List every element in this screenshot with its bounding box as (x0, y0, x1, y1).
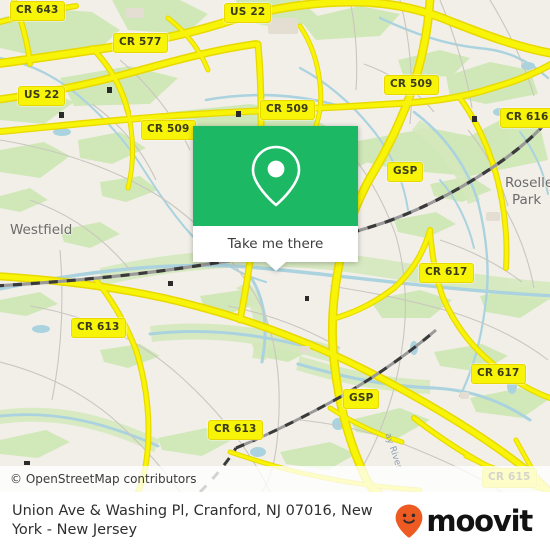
road-shield-us-22-b: US 22 (18, 86, 66, 106)
road-shield-cr-643: CR 643 (10, 1, 65, 21)
station-address-text: Union Ave & Washing Pl, Cranford, NJ 070… (12, 502, 373, 538)
take-me-there-label: Take me there (227, 236, 324, 252)
road-shield-gsp-b: GSP (343, 389, 380, 409)
openstreetmap-attribution[interactable]: © OpenStreetMap contributors (10, 472, 196, 486)
place-label-roselle-park: Park (512, 192, 542, 208)
road-shield-cr-613-a: CR 613 (71, 318, 126, 338)
callout-action-bar[interactable]: Take me there (193, 226, 358, 271)
road-shield-cr-616: CR 616 (500, 108, 550, 128)
map-pin-icon (247, 143, 305, 209)
screenshot-root: CR 643 US 22 CR 577 US 22 CR 509 CR 509 … (0, 0, 550, 550)
road-shield-cr-617-a: CR 617 (419, 263, 474, 283)
moovit-brand-logo[interactable]: moovit (394, 503, 538, 539)
road-shield-gsp-a: GSP (387, 162, 424, 182)
road-shield-cr-509-b: CR 509 (384, 75, 439, 95)
road-shield-cr-509-c: CR 509 (141, 120, 196, 140)
callout-icon-panel (193, 126, 358, 226)
destination-callout-card[interactable]: Take me there (193, 126, 358, 271)
road-shield-us-22-a: US 22 (224, 3, 272, 23)
moovit-pin-smiley-icon (394, 503, 424, 539)
place-label-roselle: Roselle (505, 175, 550, 191)
map-canvas[interactable]: CR 643 US 22 CR 577 US 22 CR 509 CR 509 … (0, 0, 550, 492)
road-shield-cr-617-b: CR 617 (471, 364, 526, 384)
road-shield-cr-577: CR 577 (113, 33, 168, 53)
map-attribution-bar: © OpenStreetMap contributors (0, 466, 550, 492)
callout-pointer-tail (265, 262, 286, 271)
place-label-westfield: Westfield (10, 222, 73, 238)
road-shield-cr-509-a: CR 509 (260, 100, 315, 120)
footer-bar: Union Ave & Washing Pl, Cranford, NJ 070… (0, 492, 550, 550)
moovit-wordmark: moovit (426, 503, 533, 538)
road-shield-cr-613-b: CR 613 (208, 420, 263, 440)
